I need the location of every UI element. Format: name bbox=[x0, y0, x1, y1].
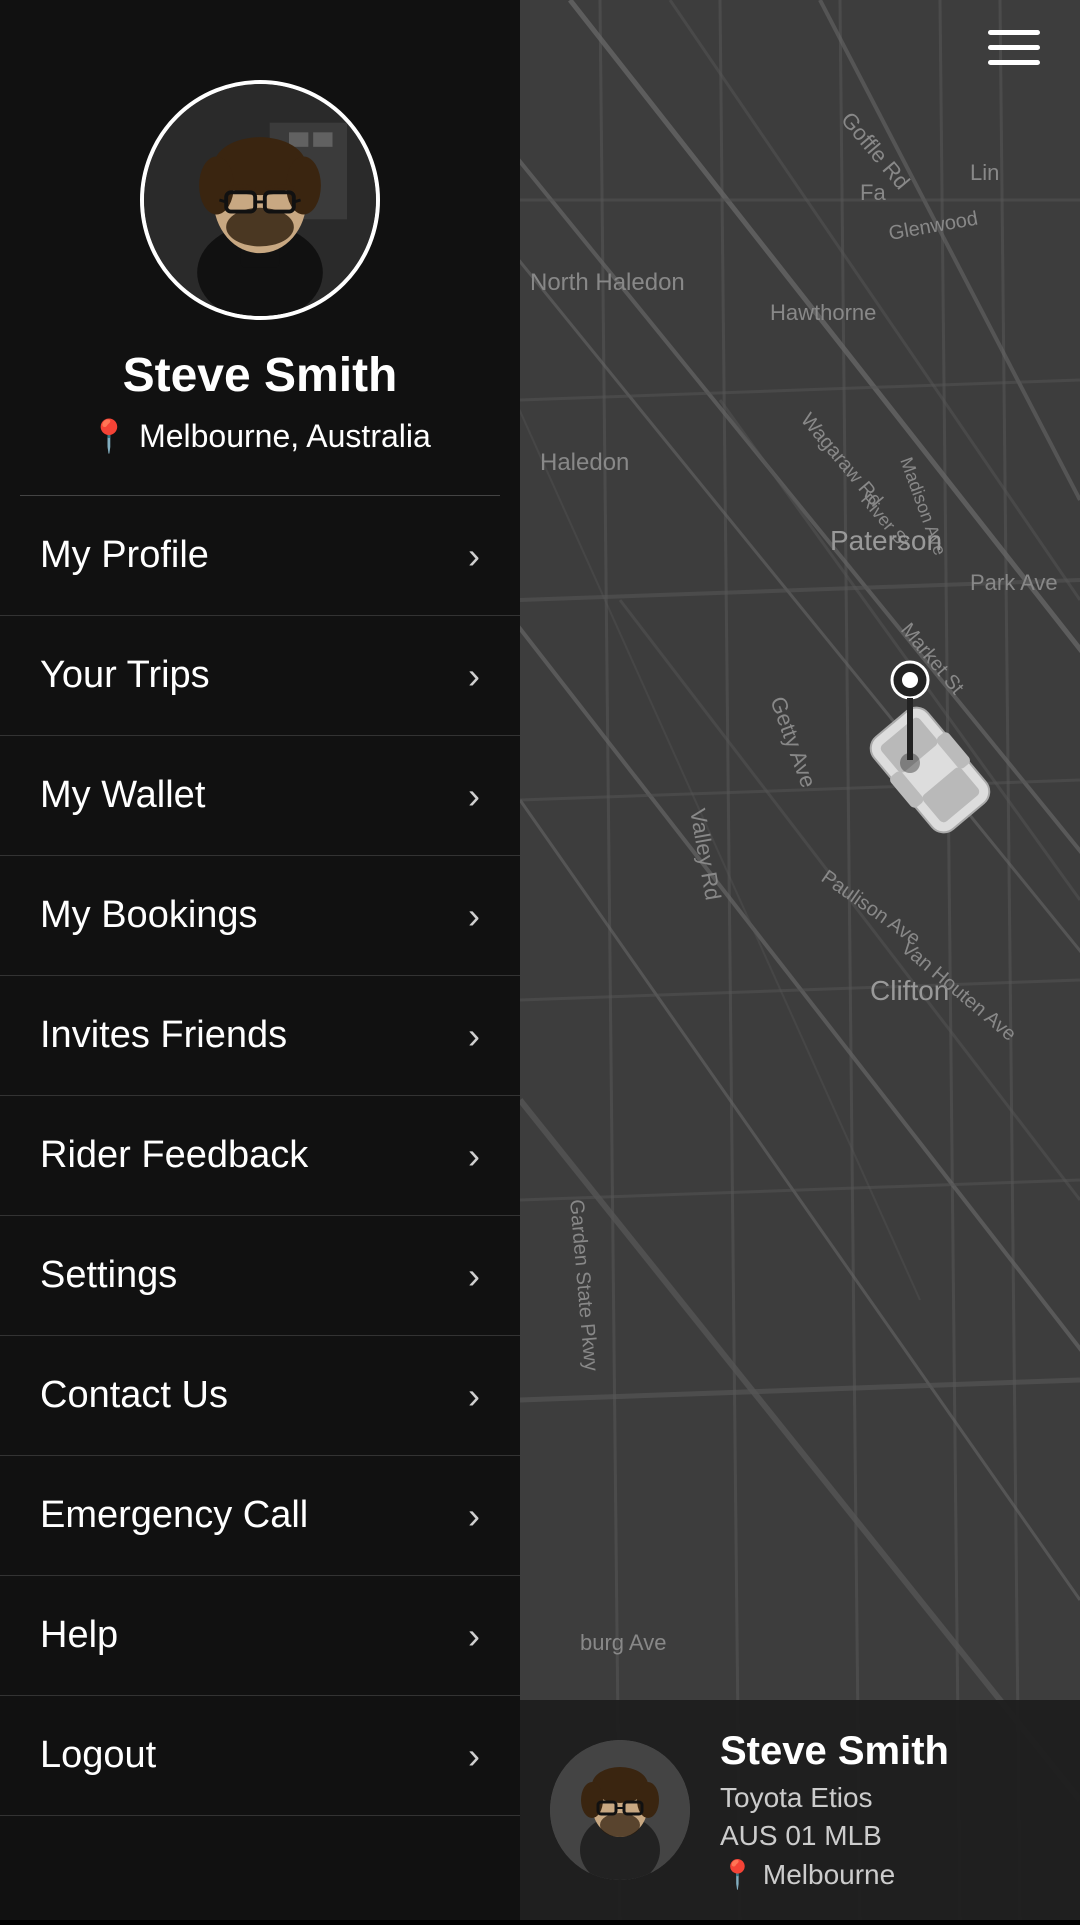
menu-item-my-profile[interactable]: My Profile › bbox=[0, 496, 520, 616]
svg-text:Park Ave: Park Ave bbox=[970, 570, 1058, 595]
menu-label-logout: Logout bbox=[40, 1734, 156, 1777]
driver-avatar bbox=[550, 1740, 690, 1880]
chevron-icon-my-wallet: › bbox=[468, 775, 480, 817]
svg-text:North Haledon: North Haledon bbox=[530, 269, 685, 296]
menu-label-emergency-call: Emergency Call bbox=[40, 1494, 308, 1537]
menu-item-emergency-call[interactable]: Emergency Call › bbox=[0, 1456, 520, 1576]
chevron-icon-contact-us: › bbox=[468, 1375, 480, 1417]
menu-label-your-trips: Your Trips bbox=[40, 654, 210, 697]
menu-item-contact-us[interactable]: Contact Us › bbox=[0, 1336, 520, 1456]
sidebar: Steve Smith 📍 Melbourne, Australia My Pr… bbox=[0, 0, 520, 1920]
driver-plate: AUS 01 MLB bbox=[720, 1820, 1050, 1852]
driver-location-icon: 📍 bbox=[720, 1858, 755, 1891]
chevron-icon-your-trips: › bbox=[468, 655, 480, 697]
menu-item-my-bookings[interactable]: My Bookings › bbox=[0, 856, 520, 976]
hamburger-menu[interactable] bbox=[988, 30, 1040, 65]
avatar bbox=[140, 80, 380, 320]
menu-item-rider-feedback[interactable]: Rider Feedback › bbox=[0, 1096, 520, 1216]
chevron-icon-logout: › bbox=[468, 1735, 480, 1777]
user-name: Steve Smith bbox=[123, 348, 398, 403]
menu-label-help: Help bbox=[40, 1614, 118, 1657]
svg-text:Paterson: Paterson bbox=[830, 525, 942, 556]
user-location-text: Melbourne, Australia bbox=[139, 418, 431, 455]
menu-item-invites-friends[interactable]: Invites Friends › bbox=[0, 976, 520, 1096]
driver-location-row: 📍 Melbourne bbox=[720, 1858, 1050, 1891]
menu-label-my-wallet: My Wallet bbox=[40, 774, 205, 817]
menu-item-logout[interactable]: Logout › bbox=[0, 1696, 520, 1816]
driver-card: Steve Smith Toyota Etios AUS 01 MLB 📍 Me… bbox=[520, 1700, 1080, 1920]
menu-label-invites-friends: Invites Friends bbox=[40, 1014, 287, 1057]
chevron-icon-help: › bbox=[468, 1615, 480, 1657]
menu-item-help[interactable]: Help › bbox=[0, 1576, 520, 1696]
menu-label-settings: Settings bbox=[40, 1254, 177, 1297]
profile-section: Steve Smith 📍 Melbourne, Australia bbox=[0, 0, 520, 495]
driver-name: Steve Smith bbox=[720, 1729, 1050, 1774]
menu-label-rider-feedback: Rider Feedback bbox=[40, 1134, 308, 1177]
chevron-icon-my-profile: › bbox=[468, 535, 480, 577]
driver-info: Steve Smith Toyota Etios AUS 01 MLB 📍 Me… bbox=[720, 1729, 1050, 1891]
menu-item-your-trips[interactable]: Your Trips › bbox=[0, 616, 520, 736]
hamburger-line-2 bbox=[988, 45, 1040, 50]
menu-list: My Profile›Your Trips›My Wallet›My Booki… bbox=[0, 496, 520, 1920]
chevron-icon-settings: › bbox=[468, 1255, 480, 1297]
location-icon: 📍 bbox=[89, 417, 129, 455]
driver-car: Toyota Etios bbox=[720, 1782, 1050, 1814]
svg-text:Haledon: Haledon bbox=[540, 449, 629, 476]
map-background: Goffle Rd North Haledon Hawthorne Wagara… bbox=[520, 0, 1080, 1920]
svg-text:Lin: Lin bbox=[970, 160, 999, 185]
chevron-icon-my-bookings: › bbox=[468, 895, 480, 937]
menu-label-contact-us: Contact Us bbox=[40, 1374, 228, 1417]
user-location: 📍 Melbourne, Australia bbox=[89, 417, 431, 455]
svg-text:Fa: Fa bbox=[860, 180, 886, 205]
hamburger-line-3 bbox=[988, 60, 1040, 65]
svg-text:burg Ave: burg Ave bbox=[580, 1630, 666, 1655]
chevron-icon-rider-feedback: › bbox=[468, 1135, 480, 1177]
menu-label-my-profile: My Profile bbox=[40, 534, 209, 577]
chevron-icon-invites-friends: › bbox=[468, 1015, 480, 1057]
menu-item-my-wallet[interactable]: My Wallet › bbox=[0, 736, 520, 856]
menu-item-settings[interactable]: Settings › bbox=[0, 1216, 520, 1336]
hamburger-line-1 bbox=[988, 30, 1040, 35]
svg-text:Hawthorne: Hawthorne bbox=[770, 300, 876, 325]
chevron-icon-emergency-call: › bbox=[468, 1495, 480, 1537]
menu-label-my-bookings: My Bookings bbox=[40, 894, 258, 937]
